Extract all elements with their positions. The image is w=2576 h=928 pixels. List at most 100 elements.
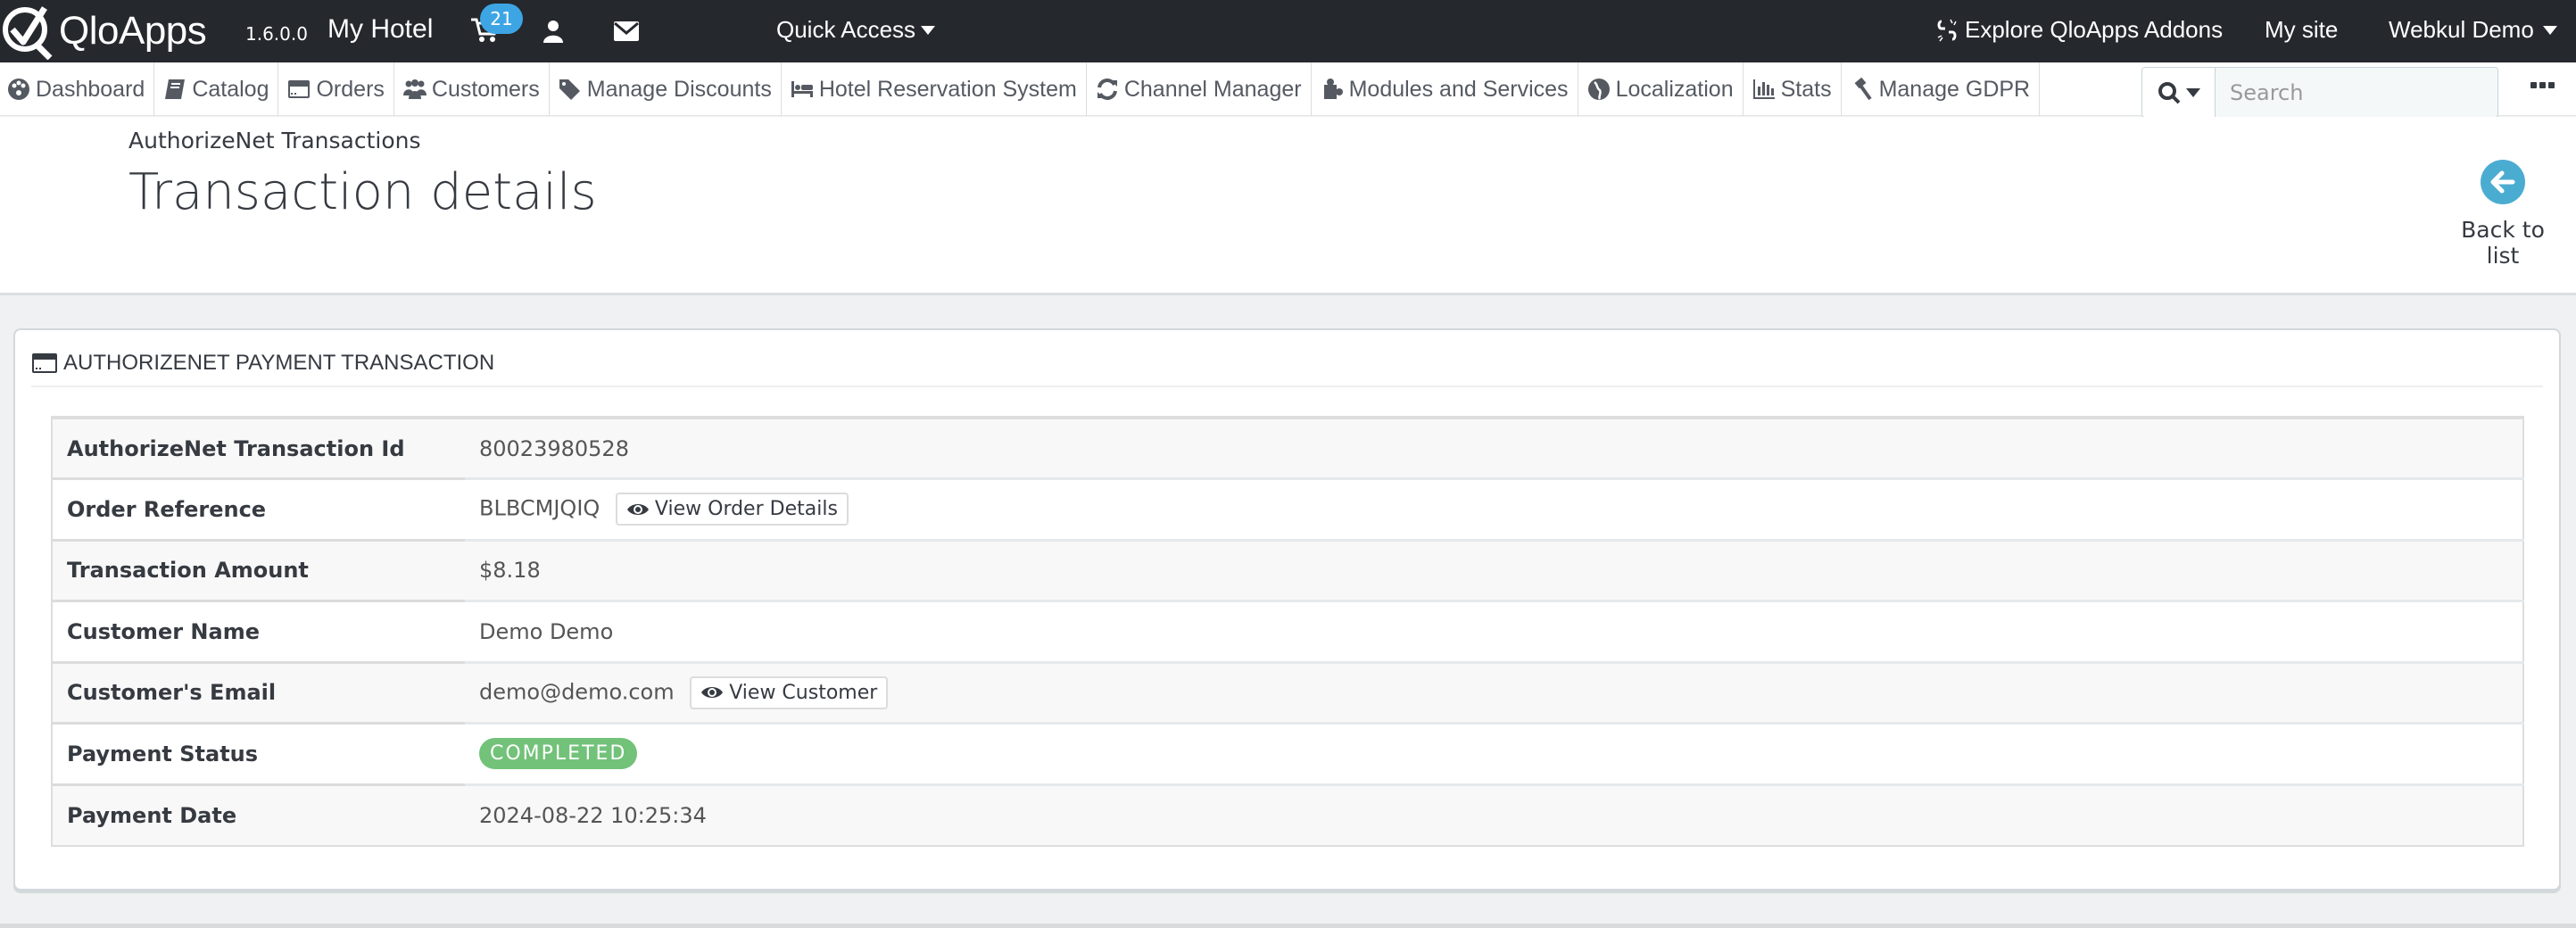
arrow-circle-left-icon: [2481, 160, 2525, 204]
order-reference-value: BLBCMJQIQ View Order Details: [465, 477, 2523, 540]
row-label: AuthorizeNet Transaction Id: [52, 416, 465, 479]
nav-item-manage-gdpr[interactable]: Manage GDPR: [1842, 62, 2041, 116]
transaction-id-value: 80023980528: [465, 416, 2523, 479]
nav-label: Dashboard: [36, 76, 145, 102]
caret-down-icon: [921, 25, 936, 35]
logo[interactable]: QloApps: [0, 4, 207, 60]
table-row: Customer's Email demo@demo.com View Cust…: [52, 660, 2523, 724]
nav-item-localization[interactable]: Localization: [1578, 62, 1744, 116]
back-to-list-label: Back to list: [2461, 217, 2545, 269]
value-text: 2024-08-22 10:25:34: [479, 802, 707, 828]
nav-label: Catalog: [192, 76, 269, 102]
nav-item-hotel-reservation-system[interactable]: Hotel Reservation System: [782, 62, 1087, 116]
nav-label: Hotel Reservation System: [818, 76, 1077, 102]
row-label: Customer Name: [52, 600, 465, 662]
panel-heading: AuthorizeNet Payment Transaction: [31, 341, 2543, 387]
shop-name-link[interactable]: My Hotel: [327, 14, 433, 45]
user-icon: [543, 21, 563, 43]
nav-item-orders[interactable]: Orders: [278, 62, 394, 116]
panel-title: AuthorizeNet Payment Transaction: [63, 351, 495, 375]
qloapps-logo-icon: [3, 6, 53, 60]
transaction-panel: AuthorizeNet Payment Transaction Authori…: [13, 328, 2561, 891]
payment-status-value: COMPLETED: [465, 722, 2523, 784]
nav-label: Localization: [1615, 76, 1734, 102]
explore-addons-link[interactable]: Explore QloApps Addons: [1934, 16, 2223, 44]
gavel-icon: [1851, 78, 1874, 101]
row-label: Customer's Email: [52, 660, 465, 724]
nav-label: Channel Manager: [1123, 76, 1302, 102]
main-navigation: Dashboard Catalog Orders Customers Manag…: [0, 62, 2576, 118]
search-form: [2141, 67, 2498, 118]
credit-card-icon: [32, 353, 57, 373]
nav-item-dashboard[interactable]: Dashboard: [0, 62, 155, 116]
search-icon: [2158, 81, 2180, 104]
button-label: View Customer: [729, 681, 878, 704]
version-label: 1.6.0.0: [245, 23, 308, 45]
page-title: Transaction details: [128, 163, 597, 221]
eye-icon: [701, 687, 724, 699]
tags-icon: [559, 78, 582, 101]
nav-item-channel-manager[interactable]: Channel Manager: [1087, 62, 1312, 116]
button-label: View Order Details: [654, 498, 838, 521]
customers-notification-button[interactable]: [543, 20, 564, 46]
refresh-icon: [1096, 78, 1119, 101]
messages-button[interactable]: [614, 21, 639, 45]
quick-access-dropdown[interactable]: Quick Access: [776, 16, 936, 44]
nav-item-manage-discounts[interactable]: Manage Discounts: [550, 62, 782, 116]
nav-item-catalog[interactable]: Catalog: [154, 62, 279, 116]
next-panel-edge: [0, 924, 2576, 928]
book-icon: [163, 78, 186, 101]
page-header: AuthorizeNet Transactions Transaction de…: [0, 117, 2576, 295]
nav-item-customers[interactable]: Customers: [394, 62, 550, 116]
bed-icon: [791, 78, 814, 101]
globe-icon: [1587, 78, 1611, 101]
nav-label: Modules and Services: [1348, 76, 1569, 102]
caret-down-icon: [2185, 87, 2200, 97]
new-orders-badge: 21: [480, 4, 523, 34]
search-input[interactable]: [2216, 68, 2497, 117]
bar-chart-icon: [1752, 78, 1776, 101]
employee-dropdown[interactable]: Webkul Demo: [2389, 16, 2557, 44]
nav-item-stats[interactable]: Stats: [1744, 62, 1842, 116]
customer-email-value: demo@demo.com View Customer: [465, 660, 2523, 724]
employee-name: Webkul Demo: [2389, 16, 2534, 43]
row-label: Payment Status: [52, 722, 465, 784]
value-text: 80023980528: [479, 435, 629, 461]
nav-label: Customers: [431, 76, 540, 102]
transaction-details-table: AuthorizeNet Transaction Id 80023980528 …: [51, 416, 2524, 847]
breadcrumb: AuthorizeNet Transactions: [128, 128, 421, 153]
dashboard-icon: [7, 78, 30, 101]
value-text: $8.18: [479, 558, 541, 584]
more-menu-button[interactable]: [2530, 82, 2555, 88]
explore-addons-label: Explore QloApps Addons: [1965, 16, 2224, 43]
table-row: Order Reference BLBCMJQIQ View Order Det…: [52, 477, 2523, 540]
value-text: BLBCMJQIQ: [479, 495, 601, 521]
transaction-amount-value: $8.18: [465, 538, 2523, 601]
payment-date-value: 2024-08-22 10:25:34: [465, 783, 2523, 846]
my-site-link[interactable]: My site: [2265, 16, 2338, 44]
table-row: AuthorizeNet Transaction Id 80023980528: [52, 416, 2523, 479]
logo-text: QloApps: [59, 9, 207, 53]
table-row: Payment Date 2024-08-22 10:25:34: [52, 783, 2523, 846]
table-row: Customer Name Demo Demo: [52, 600, 2523, 662]
value-text: Demo Demo: [479, 618, 614, 644]
status-badge: COMPLETED: [479, 738, 638, 770]
broken-link-icon: [1937, 19, 1957, 41]
row-label: Payment Date: [52, 783, 465, 846]
table-row: Transaction Amount $8.18: [52, 538, 2523, 601]
row-label: Order Reference: [52, 477, 465, 540]
caret-down-icon: [2542, 25, 2557, 35]
back-to-list-button[interactable]: Back to list: [2445, 160, 2561, 269]
value-text: demo@demo.com: [479, 679, 675, 705]
nav-item-modules-and-services[interactable]: Modules and Services: [1312, 62, 1578, 116]
nav-label: Orders: [316, 76, 385, 102]
nav-label: Stats: [1780, 76, 1832, 102]
eye-icon: [626, 503, 649, 515]
view-customer-button[interactable]: View Customer: [690, 675, 889, 709]
users-icon: [402, 78, 427, 101]
ellipsis-icon: [2530, 82, 2537, 88]
view-order-details-button[interactable]: View Order Details: [615, 493, 849, 526]
search-type-dropdown[interactable]: [2142, 68, 2216, 117]
row-label: Transaction Amount: [52, 538, 465, 601]
envelope-icon: [614, 21, 639, 41]
